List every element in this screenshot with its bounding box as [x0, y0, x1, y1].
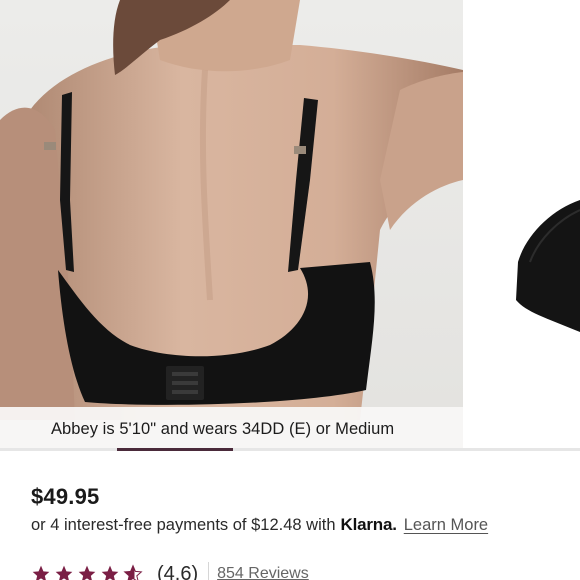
- star-half-icon: [123, 564, 143, 580]
- klarna-installments: or 4 interest-free payments of $12.48 wi…: [31, 515, 488, 535]
- klarna-logo: Klarna.: [340, 515, 397, 534]
- product-price: $49.95: [31, 484, 100, 509]
- star-filled-icon: [101, 565, 119, 580]
- bra-cup-illustration: [516, 200, 580, 332]
- star-filled-icon: [55, 565, 73, 580]
- rating-value: (4.6): [157, 562, 199, 580]
- star-filled-icon: [32, 565, 50, 580]
- model-size-caption-bar: Abbey is 5'10" and wears 34DD (E) or Med…: [0, 407, 463, 451]
- product-photo-back-view[interactable]: Abbey is 5'10" and wears 34DD (E) or Med…: [0, 0, 463, 451]
- learn-more-link[interactable]: Learn More: [404, 516, 488, 535]
- product-photo-next-peek[interactable]: [466, 0, 580, 451]
- carousel-progress-track: [0, 448, 580, 451]
- reviews-link[interactable]: 854 Reviews: [217, 565, 309, 580]
- star-filled-icon: [78, 565, 96, 580]
- model-back-illustration: [0, 0, 463, 451]
- installments-text: or 4 interest-free payments of $12.48 wi…: [31, 515, 336, 534]
- product-page: Abbey is 5'10" and wears 34DD (E) or Med…: [0, 0, 580, 580]
- product-image-carousel[interactable]: Abbey is 5'10" and wears 34DD (E) or Med…: [0, 0, 580, 451]
- star-rating: [31, 564, 143, 580]
- rating-row[interactable]: (4.6) 854 Reviews: [31, 562, 309, 580]
- model-size-caption: Abbey is 5'10" and wears 34DD (E) or Med…: [51, 419, 395, 438]
- rating-divider: [208, 562, 210, 580]
- carousel-progress-indicator: [117, 448, 233, 451]
